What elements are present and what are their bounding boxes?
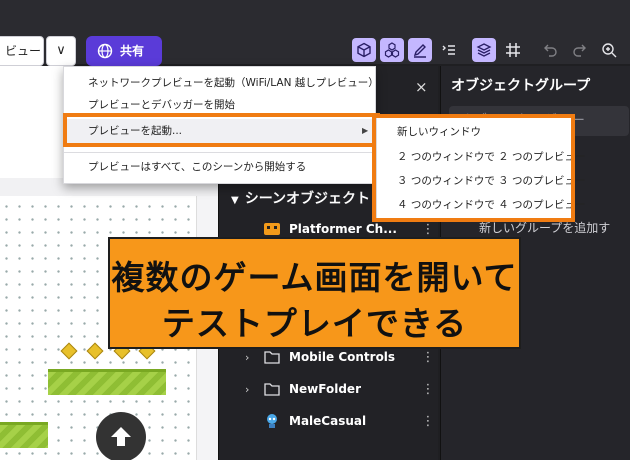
expand-chevron-icon[interactable]: › — [245, 383, 261, 396]
grid-icon[interactable] — [501, 38, 525, 62]
object-label: MaleCasual — [289, 414, 367, 428]
layers-icon[interactable] — [472, 38, 496, 62]
jump-button-sprite — [96, 412, 146, 460]
folder-icon — [261, 348, 283, 366]
grass-platform — [0, 422, 48, 448]
share-button[interactable]: 共有 — [86, 36, 162, 66]
share-label: 共有 — [120, 44, 145, 58]
more-options-icon[interactable]: ⋮ — [421, 222, 435, 237]
scene-objects-title: シーンオブジェクト — [244, 191, 371, 207]
redo-icon[interactable] — [567, 38, 591, 62]
platformer-character-icon — [261, 220, 283, 238]
object-row-malecasual[interactable]: MaleCasual ⋮ — [245, 408, 435, 434]
top-toolbar: ビュー ∨ 共有 — [0, 0, 630, 66]
grass-platform — [48, 369, 166, 395]
more-options-icon[interactable]: ⋮ — [421, 414, 435, 429]
menu-divider — [64, 152, 375, 153]
edit-icon[interactable] — [408, 38, 432, 62]
object-label: NewFolder — [289, 382, 361, 396]
properties-icon[interactable] — [437, 38, 461, 62]
expand-chevron-icon[interactable]: › — [245, 351, 261, 364]
callout-line-2: テストプレイできる — [161, 304, 468, 343]
preview-button[interactable]: ビュー — [0, 36, 44, 66]
objects-group-icon[interactable] — [380, 38, 404, 62]
object-row-newfolder[interactable]: › NewFolder ⋮ — [245, 376, 435, 402]
collapse-caret-icon: ▼ — [231, 195, 239, 206]
highlight-frame-launch-preview — [63, 113, 380, 147]
object-label: Platformer Ch... — [289, 222, 397, 236]
undo-icon[interactable] — [539, 38, 563, 62]
scene-objects-header[interactable]: ▼ シーンオブジェクト — [231, 188, 370, 208]
folder-icon — [261, 380, 283, 398]
highlight-frame-submenu — [372, 114, 575, 222]
annotation-callout: 複数のゲーム画面を開いて テストプレイできる — [108, 237, 521, 349]
callout-line-1: 複数のゲーム画面を開いて — [111, 258, 518, 297]
more-options-icon[interactable]: ⋮ — [421, 382, 435, 397]
close-panel-button[interactable]: × — [415, 78, 428, 96]
object-icon[interactable] — [352, 38, 376, 62]
object-groups-title: オブジェクトグループ — [451, 78, 591, 94]
preview-dropdown-button[interactable]: ∨ — [46, 36, 76, 66]
arrow-up-icon — [111, 427, 131, 446]
zoom-icon[interactable] — [597, 38, 621, 62]
globe-icon — [97, 43, 113, 59]
menu-item-preview-from-scene[interactable]: プレビューはすべて、このシーンから開始する — [64, 155, 375, 179]
menu-item-network-preview[interactable]: ネットワークプレビューを起動（WiFi/LAN 越しプレビュー） — [64, 71, 379, 95]
object-label: Mobile Controls — [289, 350, 396, 364]
more-options-icon[interactable]: ⋮ — [421, 350, 435, 365]
robot-character-icon — [261, 412, 283, 430]
